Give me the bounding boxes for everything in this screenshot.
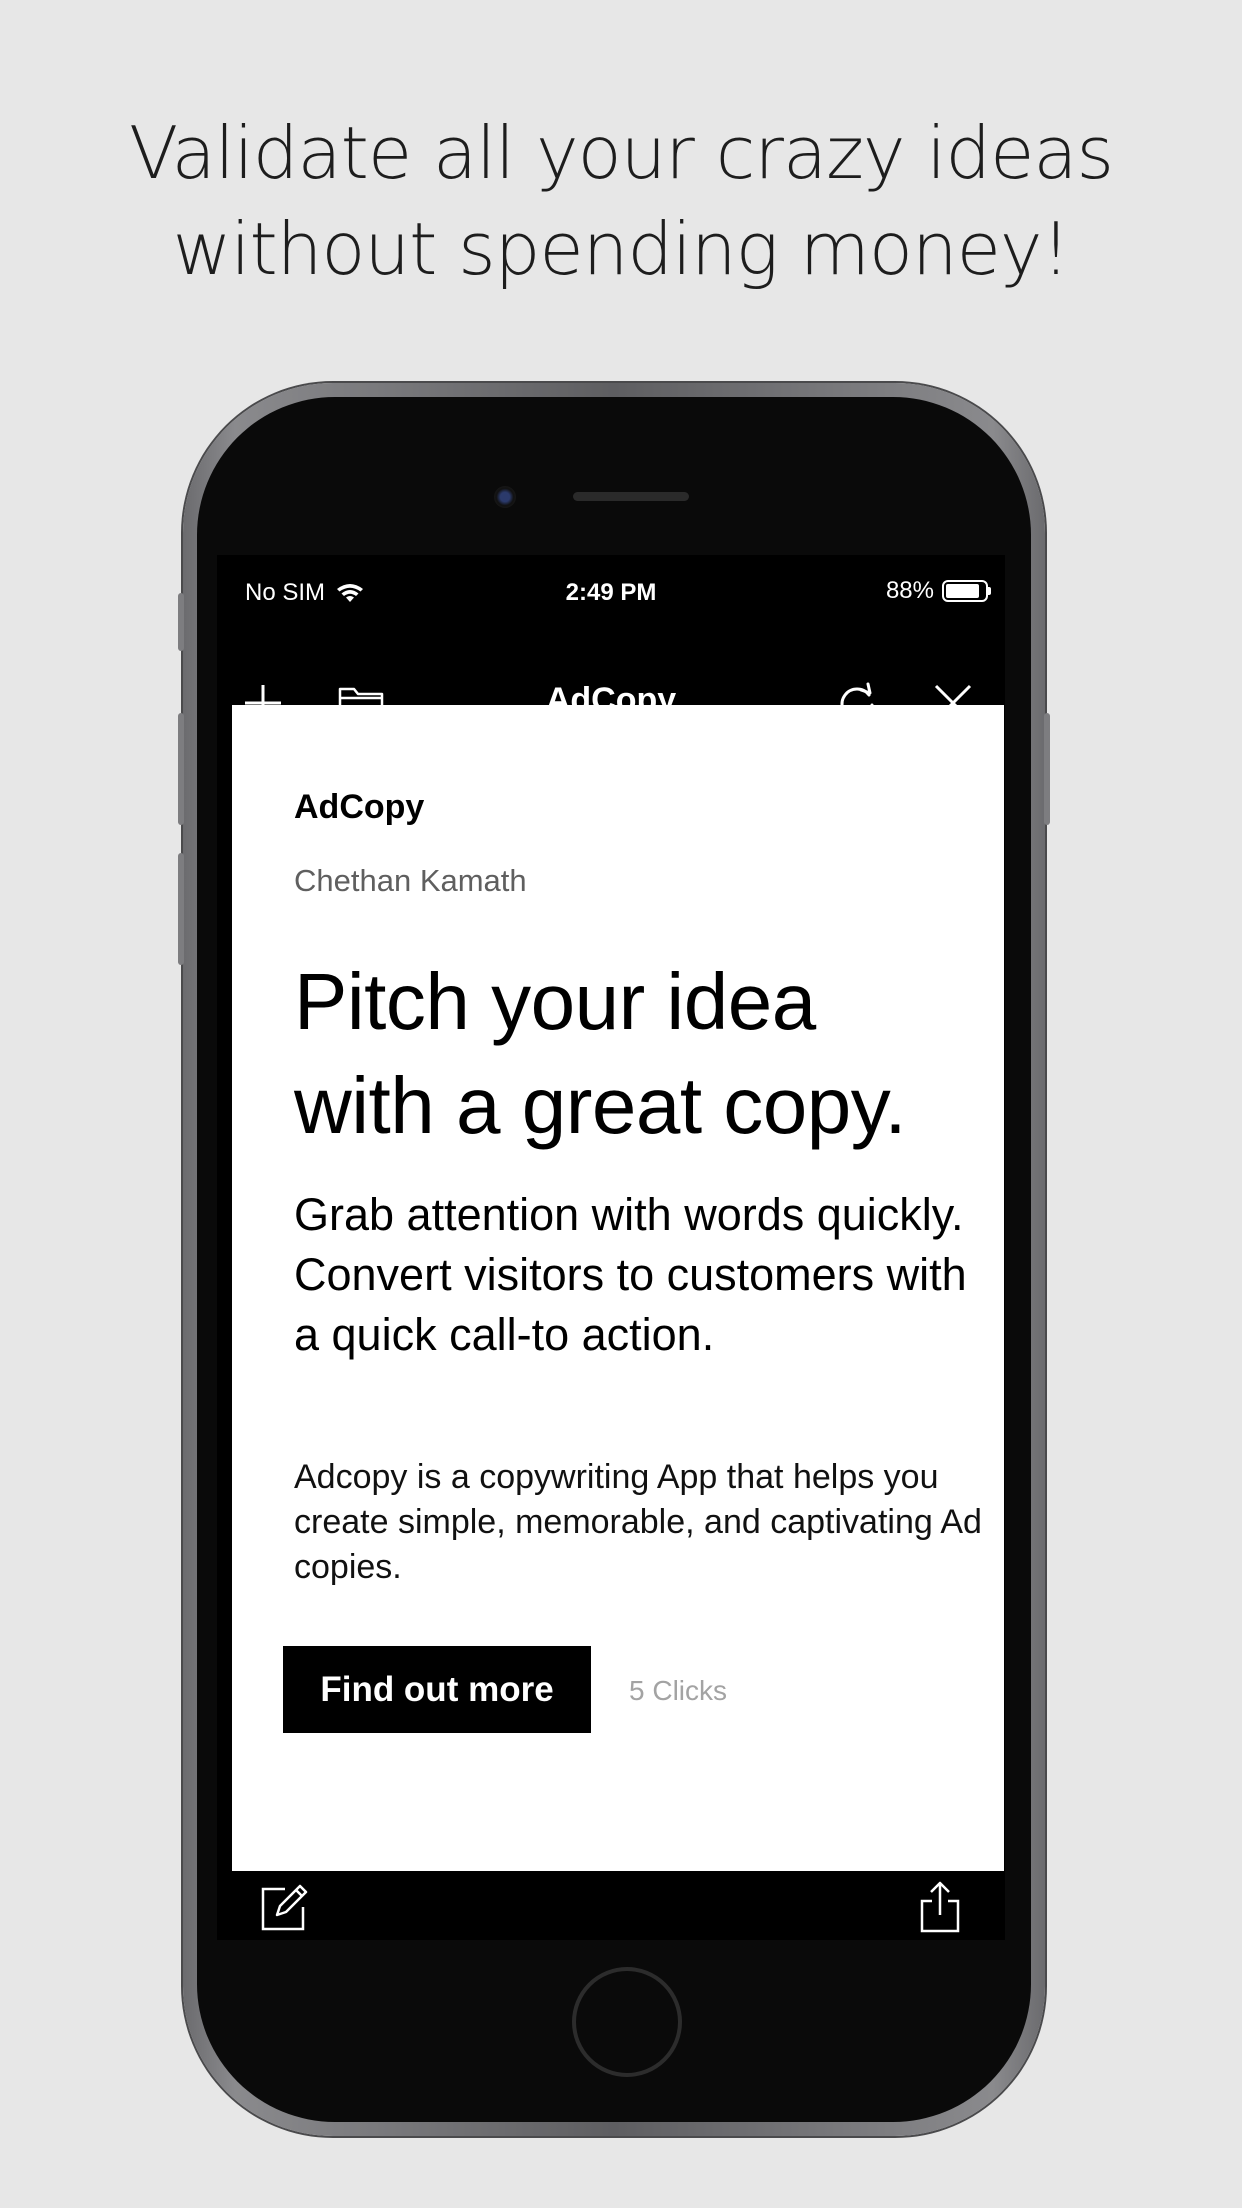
app-name: AdCopy — [294, 788, 425, 826]
status-bar: No SIM 2:49 PM 88% — [217, 555, 1005, 627]
front-camera — [494, 486, 516, 508]
pitch-line1: Pitch your idea — [294, 957, 816, 1046]
volume-up-button — [178, 713, 184, 825]
edit-icon[interactable] — [255, 1879, 311, 1935]
home-button[interactable] — [572, 1967, 682, 2077]
promo-headline-line2: without spending money! — [172, 207, 1071, 291]
battery-percent: 88% — [885, 577, 934, 604]
pitch-line2: with a great copy. — [294, 1061, 907, 1150]
volume-down-button — [178, 853, 184, 965]
subheadline: Grab attention with words quickly. Conve… — [294, 1189, 967, 1360]
author-name: Chethan Kamath — [294, 863, 527, 898]
battery-icon — [942, 580, 991, 602]
ad-preview-card: AdCopy Chethan Kamath Pitch your idea wi… — [232, 705, 1004, 1871]
find-out-more-button[interactable]: Find out more — [283, 1646, 591, 1733]
share-icon[interactable] — [912, 1879, 968, 1935]
battery-level-fill — [946, 584, 980, 598]
power-button — [1044, 713, 1050, 825]
pitch-headline: Pitch your idea with a great copy. — [294, 950, 994, 1158]
status-right: 88% — [886, 577, 991, 605]
clicks-count: 5 Clicks — [629, 1675, 728, 1706]
bottom-toolbar — [217, 1871, 1005, 1940]
app-screen: No SIM 2:49 PM 88% AdCopy AdCopy Chethan… — [217, 555, 1005, 1940]
earpiece-speaker — [573, 492, 689, 501]
description: Adcopy is a copywriting App that helps y… — [294, 1458, 982, 1586]
mute-switch — [178, 593, 184, 651]
promo-headline-line1: Validate all your crazy ideas — [128, 111, 1114, 195]
promo-headline: Validate all your crazy ideas without sp… — [0, 105, 1242, 297]
